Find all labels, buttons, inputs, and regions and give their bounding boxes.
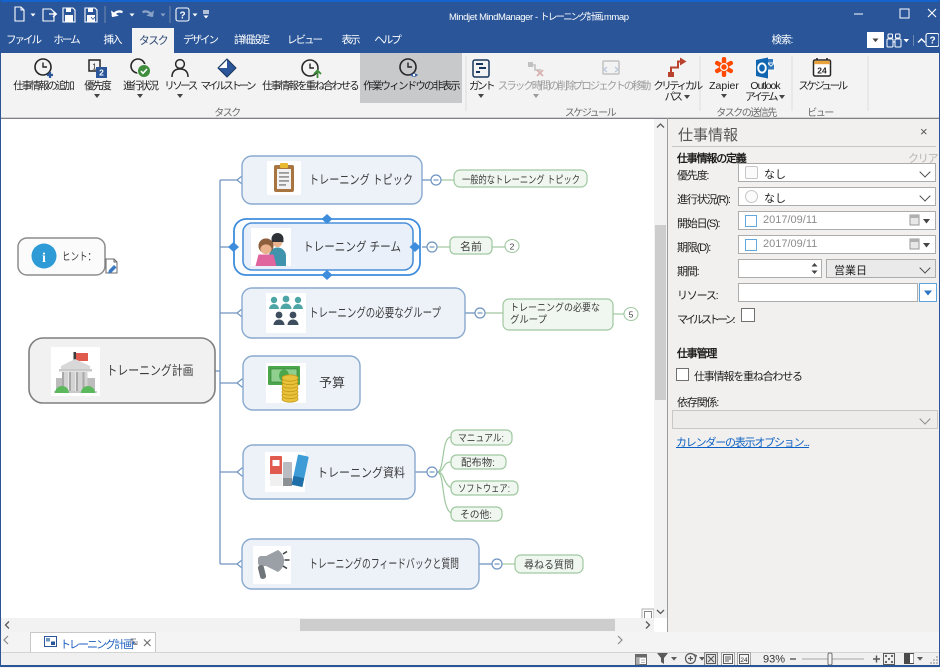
- svg-text:一般的なトレーニング トピック: 一般的なトレーニング トピック: [462, 173, 580, 186]
- svg-text:その他:: その他:: [460, 508, 492, 521]
- svg-text:93%: 93%: [763, 654, 785, 666]
- svg-text:2: 2: [99, 68, 104, 78]
- svg-text:尋ねる質問: 尋ねる質問: [524, 558, 574, 571]
- svg-text:5: 5: [629, 310, 634, 320]
- svg-text:トレーニング トピック: トレーニング トピック: [309, 173, 413, 187]
- svg-text:ヒント：: ヒント：: [62, 250, 96, 263]
- svg-text:トレーニングの必要なグループ: トレーニングの必要なグループ: [309, 306, 441, 320]
- svg-text:24: 24: [740, 657, 748, 664]
- svg-text:予算: 予算: [319, 375, 345, 390]
- svg-text:?: ?: [179, 11, 185, 22]
- svg-text:配布物:: 配布物:: [461, 456, 495, 469]
- svg-text:マニュアル:: マニュアル:: [458, 434, 504, 445]
- svg-text:トレーニングの必要な: トレーニングの必要な: [510, 301, 600, 314]
- svg-text:名前: 名前: [460, 240, 482, 253]
- svg-text:トレーニングのフィードバックと質問: トレーニングのフィードバックと質問: [309, 556, 459, 571]
- svg-text:トレーニング計画: トレーニング計画: [107, 363, 194, 378]
- svg-text:24: 24: [817, 66, 827, 76]
- svg-text:トレーニング資料: トレーニング資料: [317, 466, 405, 480]
- svg-text:トレーニング チーム: トレーニング チーム: [303, 240, 401, 254]
- svg-text:2: 2: [510, 242, 515, 252]
- svg-text:?: ?: [929, 36, 935, 47]
- svg-text:グループ: グループ: [510, 313, 547, 326]
- svg-text:i: i: [42, 251, 46, 266]
- svg-text:ソフトウェア:: ソフトウェア:: [458, 483, 510, 495]
